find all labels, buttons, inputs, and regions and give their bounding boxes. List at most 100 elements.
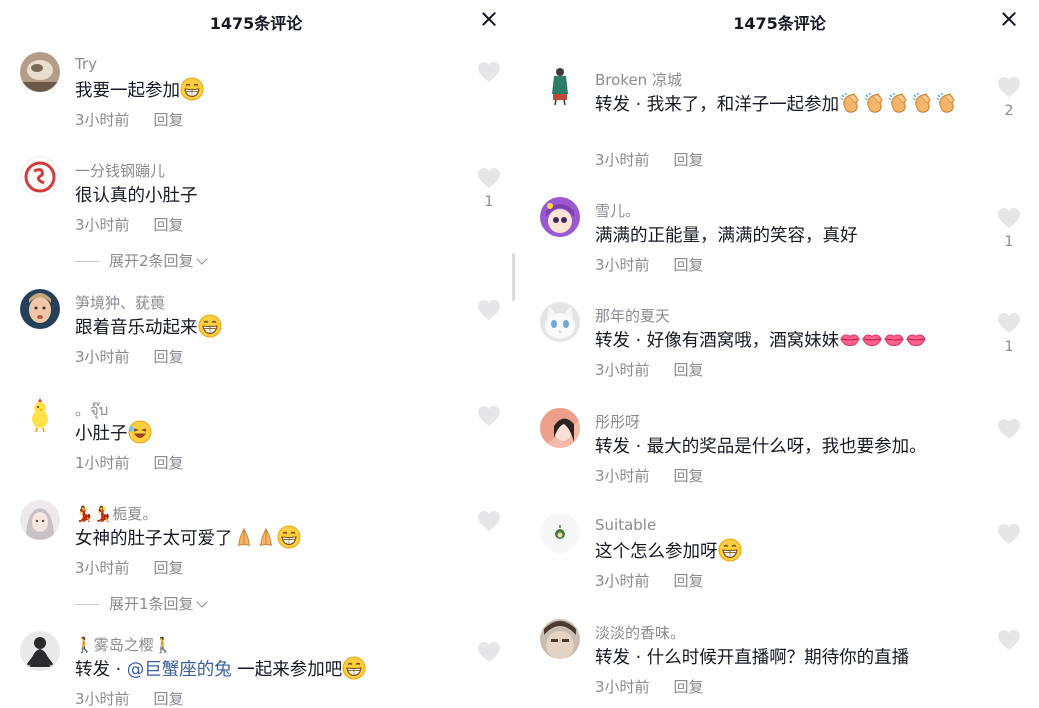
comments-panel-right: 1475条评论 Broken 凉城 转发 · 我来了，和洋子一起参加 3小时前回… xyxy=(520,0,1039,708)
avatar[interactable] xyxy=(20,157,60,197)
laugh-emoji xyxy=(128,420,152,444)
comment-text: 很认真的小肚子 xyxy=(75,186,198,206)
reply-button[interactable]: 回复 xyxy=(154,111,184,129)
panel-divider xyxy=(512,0,520,708)
close-icon[interactable] xyxy=(996,6,1022,32)
reply-button[interactable]: 回复 xyxy=(674,678,704,696)
mention-link[interactable]: @巨蟹座的兔 xyxy=(127,660,232,680)
username[interactable]: 彤彤呀 xyxy=(595,411,640,432)
reply-button[interactable]: 回复 xyxy=(674,256,704,274)
heart-icon xyxy=(997,629,1021,651)
chevron-down-icon xyxy=(195,596,208,608)
avatar[interactable] xyxy=(20,289,60,329)
reply-button[interactable]: 回复 xyxy=(674,361,704,379)
expand-replies-button[interactable]: 展开2条回复 xyxy=(75,250,208,271)
avatar[interactable] xyxy=(20,500,60,540)
reply-button[interactable]: 回复 xyxy=(674,572,704,590)
grin-emoji xyxy=(342,656,366,680)
reply-button[interactable]: 回复 xyxy=(154,454,184,472)
close-icon[interactable] xyxy=(476,6,502,32)
like-button[interactable] xyxy=(474,510,504,532)
lips-emoji xyxy=(839,328,861,350)
reply-button[interactable]: 回复 xyxy=(674,151,704,169)
avatar[interactable] xyxy=(540,302,580,342)
clap-emoji xyxy=(863,91,887,115)
comments-title: 1475条评论 xyxy=(733,14,826,33)
expand-label: 展开2条回复 xyxy=(109,252,194,270)
username[interactable]: 一分钱钢蹦儿 xyxy=(75,160,165,181)
username[interactable]: 笋境狆、莸葨 xyxy=(75,292,165,313)
avatar[interactable] xyxy=(540,408,580,448)
comment-text: 转发 · 最大的奖品是什么呀，我也要参加。 xyxy=(595,437,927,457)
walker-emoji: 🚶 xyxy=(153,636,173,654)
clap-emoji xyxy=(887,91,911,115)
timestamp: 3小时前 xyxy=(595,361,650,379)
reply-button[interactable]: 回复 xyxy=(154,690,184,708)
avatar[interactable] xyxy=(20,52,60,92)
username[interactable]: Try xyxy=(75,55,97,73)
username[interactable]: 🚶雾岛之樱🚶 xyxy=(75,634,172,655)
like-button[interactable] xyxy=(474,299,504,321)
comment-meta: 1小时前 回复 xyxy=(75,452,184,473)
comments-title: 1475条评论 xyxy=(209,14,303,33)
like-button[interactable]: 1 xyxy=(994,312,1024,355)
like-button[interactable] xyxy=(994,523,1024,545)
username[interactable]: 💃💃栀夏。 xyxy=(75,503,157,524)
comment-meta: 3小时前 回复 xyxy=(595,149,704,170)
username[interactable]: 那年的夏天 xyxy=(595,305,670,326)
like-button[interactable]: 2 xyxy=(994,76,1024,119)
avatar[interactable] xyxy=(20,395,60,435)
username[interactable]: 淡淡的香味。 xyxy=(595,622,685,643)
avatar[interactable] xyxy=(20,631,60,671)
heart-icon xyxy=(477,405,501,427)
heart-icon xyxy=(477,510,501,532)
timestamp: 3小时前 xyxy=(595,256,650,274)
like-button[interactable] xyxy=(474,405,504,427)
reply-button[interactable]: 回复 xyxy=(674,467,704,485)
lips-emoji xyxy=(861,328,883,350)
username[interactable]: Broken 凉城 xyxy=(595,69,682,90)
clap-emoji xyxy=(911,91,935,115)
timestamp: 1小时前 xyxy=(75,454,130,472)
divider xyxy=(75,261,99,262)
avatar[interactable] xyxy=(540,513,580,553)
avatar[interactable] xyxy=(540,197,580,237)
like-button[interactable]: 1 xyxy=(994,207,1024,250)
heart-icon xyxy=(997,207,1021,229)
username[interactable]: Suitable xyxy=(595,516,656,534)
comment-text: 小肚子 xyxy=(75,419,152,449)
comment-text: 跟着音乐动起来 xyxy=(75,313,222,343)
avatar[interactable] xyxy=(540,66,580,106)
reply-button[interactable]: 回复 xyxy=(154,559,184,577)
pray-emoji xyxy=(255,526,277,548)
reply-button[interactable]: 回复 xyxy=(154,216,184,234)
heart-icon xyxy=(477,61,501,83)
avatar[interactable] xyxy=(540,619,580,659)
expand-label: 展开1条回复 xyxy=(109,595,194,613)
heart-icon xyxy=(997,523,1021,545)
expand-replies-button[interactable]: 展开1条回复 xyxy=(75,593,208,614)
scrollbar[interactable] xyxy=(512,253,515,301)
like-button[interactable] xyxy=(474,641,504,663)
like-button[interactable] xyxy=(474,61,504,83)
heart-icon xyxy=(477,641,501,663)
like-button[interactable] xyxy=(994,418,1024,440)
timestamp: 3小时前 xyxy=(75,111,130,129)
timestamp: 3小时前 xyxy=(75,348,130,366)
comment-text: 转发 · @巨蟹座的兔 一起来参加吧 xyxy=(75,655,366,685)
chevron-down-icon xyxy=(195,253,208,265)
comment-meta: 3小时前 回复 xyxy=(595,676,704,697)
like-button[interactable]: 1 xyxy=(474,167,504,210)
comment-meta: 3小时前 回复 xyxy=(75,346,184,367)
comment-text: 转发 · 好像有酒窝哦，酒窝妹妹 xyxy=(595,326,927,356)
timestamp: 3小时前 xyxy=(75,559,130,577)
walker-emoji: 🚶 xyxy=(75,636,94,654)
comment-meta: 3小时前 回复 xyxy=(75,109,184,130)
comment-meta: 3小时前 回复 xyxy=(75,214,184,235)
heart-icon xyxy=(997,418,1021,440)
comments-panel-left: 1475条评论 Try 我要一起参加 3小时前 回复 一分钱钢蹦儿 很认真的小肚子… xyxy=(0,0,512,708)
timestamp: 3小时前 xyxy=(595,151,650,169)
username[interactable]: 雪儿。 xyxy=(595,200,640,221)
reply-button[interactable]: 回复 xyxy=(154,348,184,366)
like-button[interactable] xyxy=(994,629,1024,651)
